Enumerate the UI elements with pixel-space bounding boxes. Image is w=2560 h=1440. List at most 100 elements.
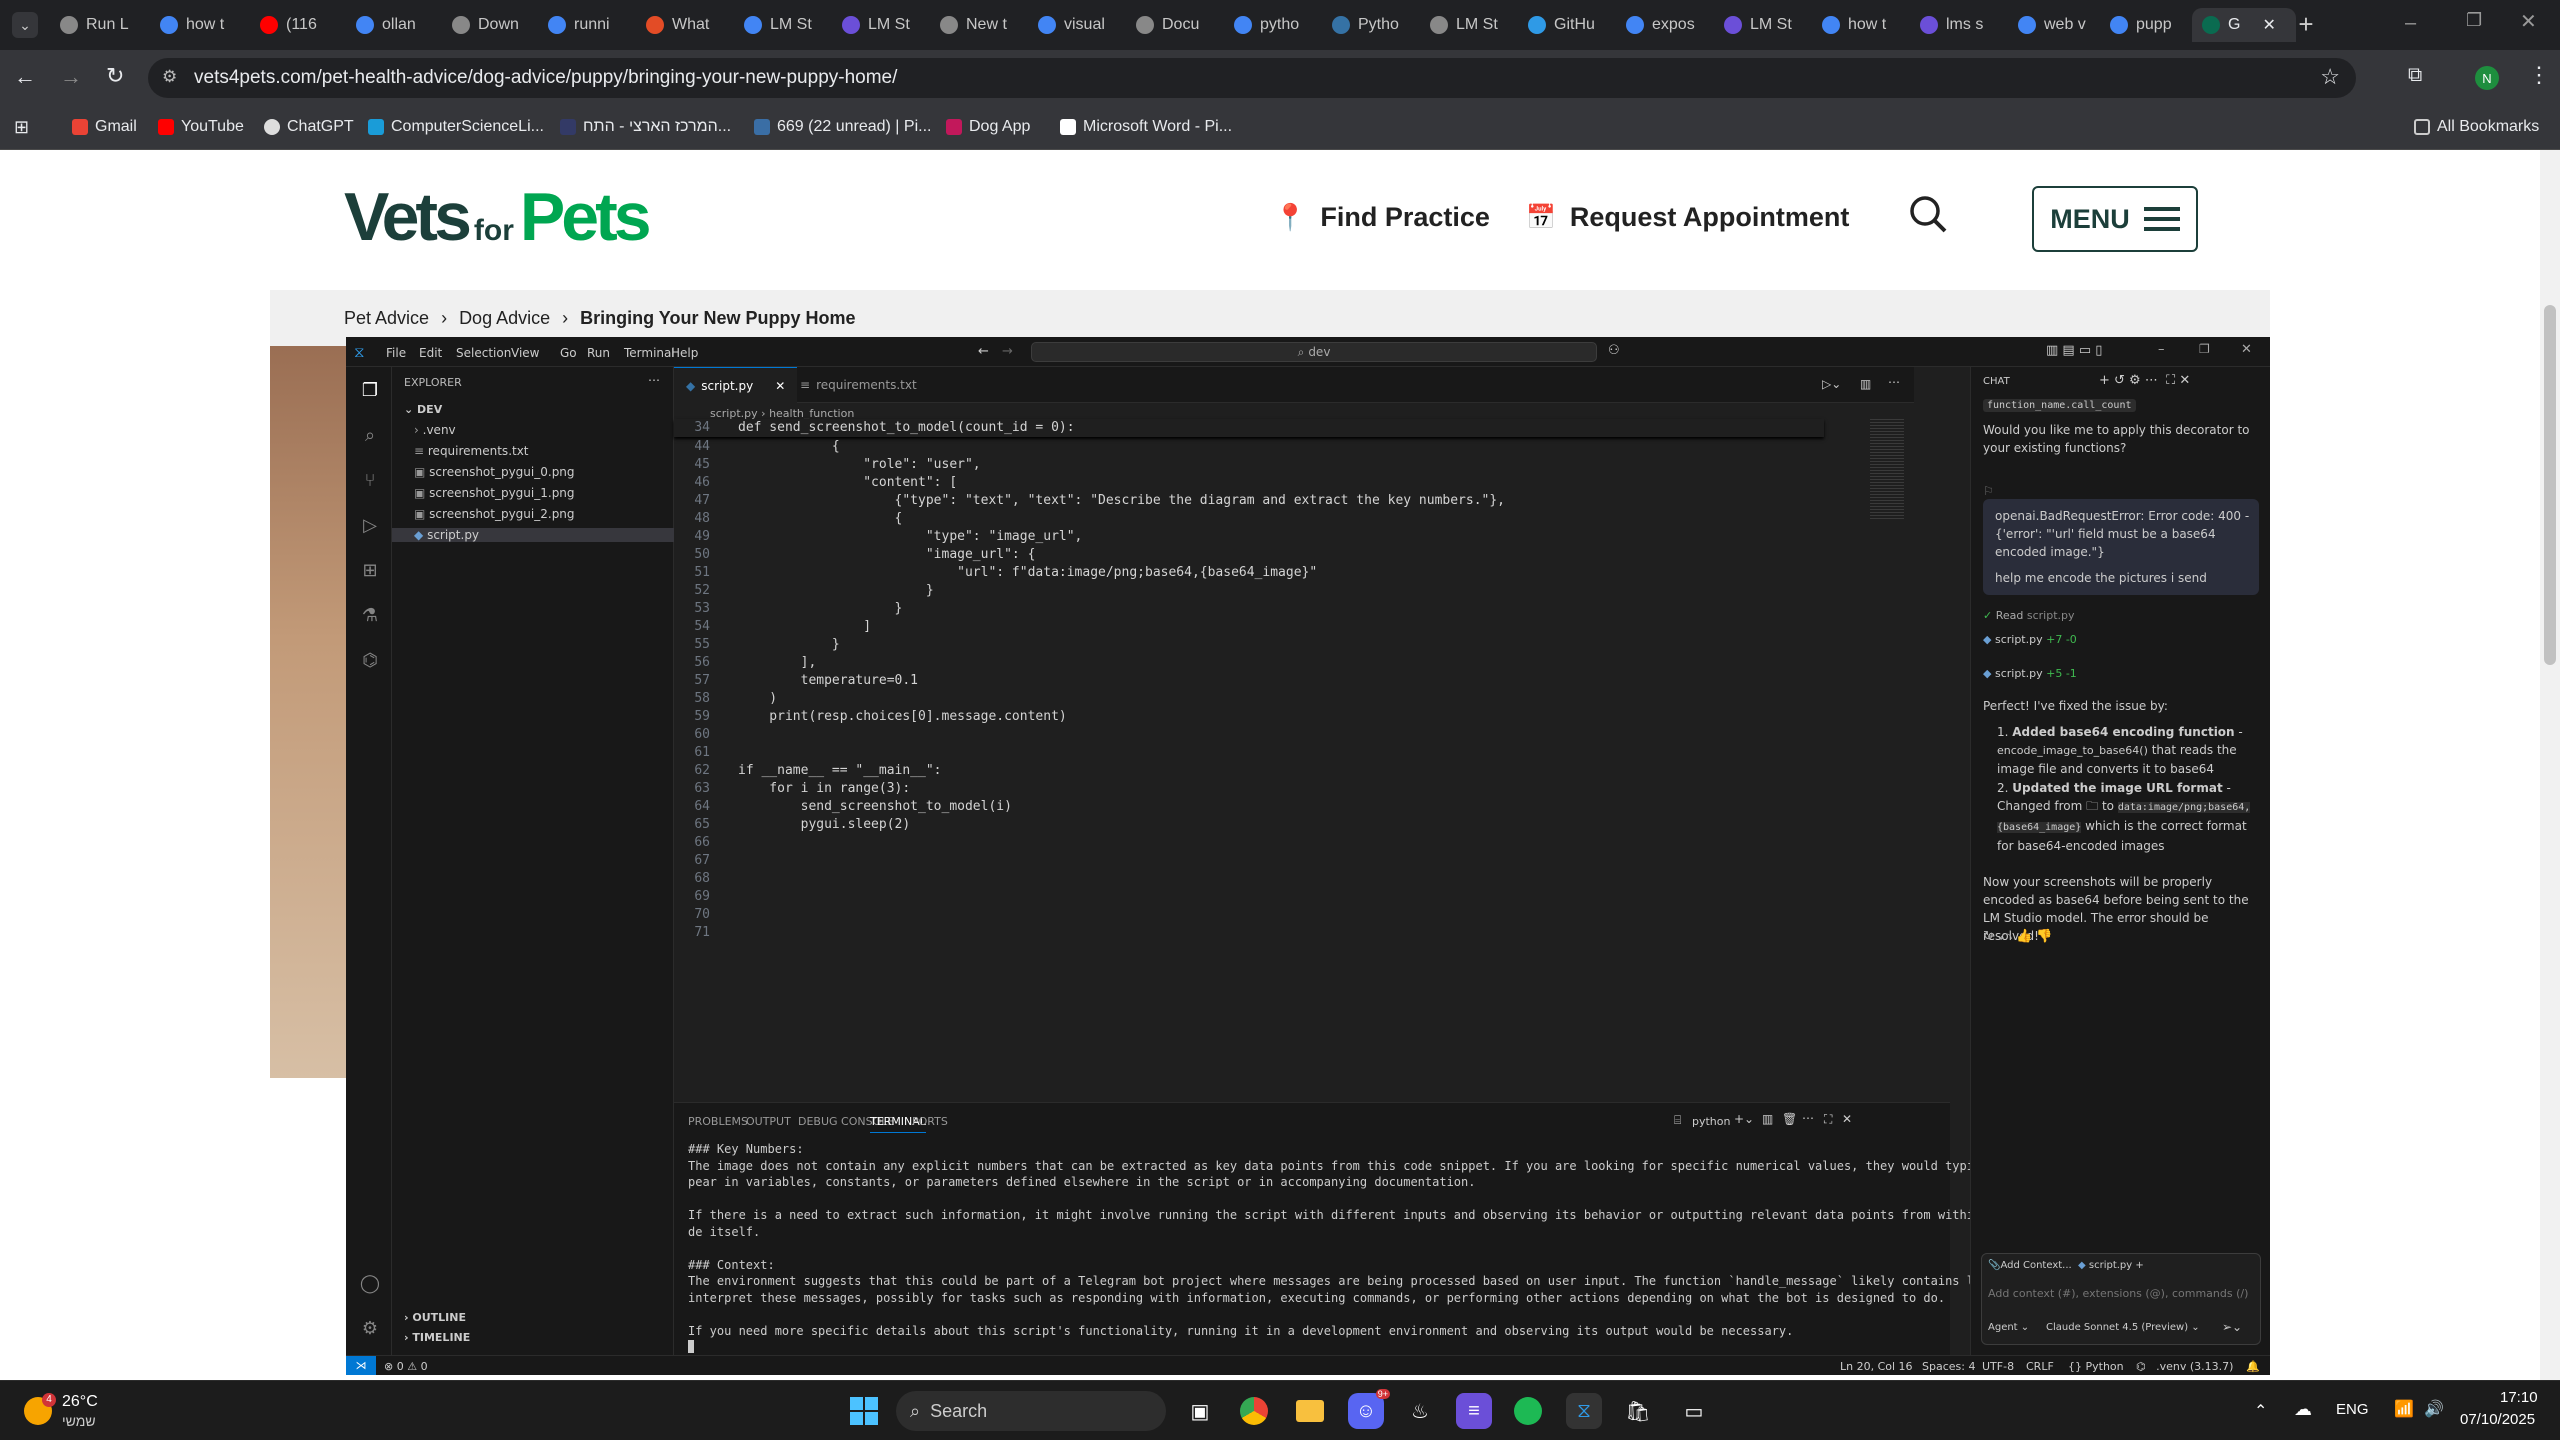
menu-view[interactable]: View	[511, 346, 539, 360]
nav-forward-icon[interactable]: →	[1002, 344, 1013, 359]
encoding[interactable]: UTF-8	[1982, 1360, 2014, 1373]
search-icon[interactable]	[1908, 194, 1948, 234]
add-context-button[interactable]: 📎Add Context...	[1988, 1260, 2072, 1271]
weather-widget[interactable]: 4 26°C שמשי	[24, 1391, 124, 1431]
close-window-button[interactable]: ✕	[2520, 9, 2537, 34]
minimap[interactable]	[1870, 419, 1904, 519]
browser-tab[interactable]: how t	[1812, 8, 1906, 42]
new-tab-button[interactable]: +	[2292, 10, 2320, 38]
back-icon[interactable]: ←	[14, 64, 36, 90]
maximize-panel-icon[interactable]: ⛶	[1824, 1112, 1832, 1127]
explorer-item[interactable]: › .venv	[414, 423, 456, 437]
site-info-icon[interactable]: ⚙	[162, 67, 177, 87]
menu-file[interactable]: File	[386, 346, 406, 360]
browser-tab[interactable]: New t	[930, 8, 1024, 42]
problems-indicator[interactable]: ⊗ 0 ⚠ 0	[384, 1360, 428, 1373]
vscode-minimize-button[interactable]: –	[2158, 342, 2165, 357]
cursor-position[interactable]: Ln 20, Col 16	[1840, 1360, 1913, 1373]
all-bookmarks[interactable]: All Bookmarks	[2414, 118, 2539, 136]
timeline-section[interactable]: › TIMELINE	[404, 1331, 470, 1344]
new-terminal-icon[interactable]: +⌄	[1734, 1112, 1754, 1126]
split-terminal-icon[interactable]: ▥	[1762, 1112, 1773, 1126]
vscode-close-button[interactable]: ✕	[2241, 342, 2252, 357]
search-icon[interactable]: ⌕	[359, 424, 381, 446]
show-hidden-icons[interactable]: ⌃	[2254, 1401, 2267, 1421]
bookmark-dog-app[interactable]: Dog App	[946, 118, 1030, 136]
bookmark-chatgpt[interactable]: ChatGPT	[264, 118, 354, 136]
chat-input-box[interactable]: 📎Add Context... ◆ script.py + Agent ⌄ Cl…	[1981, 1253, 2261, 1345]
browser-tab[interactable]: Pytho	[1322, 8, 1416, 42]
request-appointment-link[interactable]: 📅 Request Appointment	[1526, 202, 1849, 233]
read-file-link[interactable]: script.py	[2027, 609, 2075, 622]
onedrive-icon[interactable]: ☁	[2294, 1399, 2312, 1420]
explorer-item[interactable]: ▣ screenshot_pygui_2.png	[414, 507, 575, 521]
chat-toolbar-icons[interactable]: + ↺ ⚙ ⋯ ⛶ ✕	[2099, 373, 2190, 388]
model-select[interactable]: Claude Sonnet 4.5 (Preview) ⌄	[2046, 1322, 2200, 1333]
site-logo[interactable]: Vets for Pets	[344, 178, 652, 255]
terminal-name[interactable]: python	[1692, 1115, 1730, 1128]
menu-button[interactable]: MENU	[2032, 186, 2198, 252]
folder-dev[interactable]: ⌄ DEV	[404, 403, 442, 416]
run-python-icon[interactable]: ▷⌄	[1822, 377, 1841, 391]
browser-tab[interactable]: expos	[1616, 8, 1710, 42]
volume-icon[interactable]: 🔊	[2424, 1399, 2444, 1419]
bookmark-csl[interactable]: ComputerScienceLi...	[368, 118, 544, 136]
browser-tab[interactable]: lms s	[1910, 8, 2004, 42]
browser-tab[interactable]: G ✕	[2192, 8, 2296, 42]
terminal-output[interactable]: ### Key Numbers: The image does not conta…	[688, 1141, 2032, 1339]
browser-tab[interactable]: LM St	[1420, 8, 1514, 42]
vscode-taskbar-icon[interactable]: ⧖	[1566, 1393, 1602, 1429]
steam-icon[interactable]: ♨	[1402, 1393, 1438, 1429]
indentation[interactable]: Spaces: 4	[1922, 1360, 1975, 1373]
language-mode[interactable]: {} Python	[2068, 1360, 2124, 1373]
command-center-search[interactable]: ⌕ dev	[1031, 342, 1597, 362]
browser-tab[interactable]: LM St	[1714, 8, 1808, 42]
discord-icon[interactable]: ☺ 9+	[1348, 1389, 1390, 1429]
notifications-icon[interactable]: 🔔	[2246, 1360, 2260, 1373]
address-bar[interactable]: ⚙ vets4pets.com/pet-health-advice/dog-ad…	[148, 58, 2356, 98]
sticky-scroll-line[interactable]: 34 def send_screenshot_to_model(count_id …	[674, 419, 1824, 437]
browser-tab[interactable]: visual	[1028, 8, 1122, 42]
store-icon[interactable]: 🛍	[1620, 1393, 1656, 1429]
settings-gear-icon[interactable]: ⚙	[359, 1317, 381, 1339]
extensions-icon[interactable]: ⊞	[359, 559, 381, 581]
spotify-icon[interactable]	[1510, 1393, 1546, 1429]
browser-tab[interactable]: What	[636, 8, 730, 42]
vscode-maximize-button[interactable]: ❐	[2199, 342, 2210, 356]
browser-tab[interactable]: (116	[250, 8, 344, 42]
language-indicator[interactable]: ENG	[2336, 1401, 2369, 1418]
browser-tab[interactable]: Down	[442, 8, 536, 42]
run-debug-icon[interactable]: ▷	[359, 514, 381, 536]
find-practice-link[interactable]: 📍 Find Practice	[1274, 202, 1490, 233]
kill-terminal-icon[interactable]: 🗑	[1782, 1112, 1797, 1126]
menu-terminal[interactable]: Terminal	[624, 346, 675, 360]
menu-selection[interactable]: Selection	[456, 346, 511, 360]
clock-date[interactable]: 07/10/2025	[2460, 1411, 2535, 1428]
profile-avatar[interactable]: N	[2475, 66, 2499, 90]
tab-search-button[interactable]: ⌄	[12, 12, 38, 38]
bookmark-hebrew[interactable]: המרכז הארצי - התח...	[560, 118, 731, 136]
page-scrollbar-thumb[interactable]	[2544, 305, 2556, 665]
minimize-window-button[interactable]: –	[2405, 12, 2416, 35]
browser-tab[interactable]: Docu	[1126, 8, 1220, 42]
explorer-icon[interactable]: ❐	[359, 379, 381, 401]
context-file-chip[interactable]: ◆ script.py +	[2078, 1260, 2144, 1271]
start-button[interactable]	[846, 1393, 882, 1429]
copilot-icon[interactable]: ⚇	[1608, 343, 1620, 358]
menu-help[interactable]: Help	[671, 346, 698, 360]
accounts-icon[interactable]: ◯	[359, 1272, 381, 1294]
menu-edit[interactable]: Edit	[419, 346, 442, 360]
browser-tab[interactable]: LM St	[734, 8, 828, 42]
code-editor[interactable]: 34 def send_screenshot_to_model(count_id …	[674, 419, 1824, 979]
browser-tab[interactable]: pytho	[1224, 8, 1318, 42]
apps-grid-icon[interactable]: ⊞	[14, 117, 29, 138]
panel-tab-problems[interactable]: PROBLEMS	[688, 1115, 748, 1128]
chat-input[interactable]	[1988, 1284, 2254, 1302]
close-tab-icon[interactable]: ✕	[775, 379, 785, 393]
python-icon[interactable]: ⌬	[359, 649, 381, 671]
bookmark-youtube[interactable]: YouTube	[158, 118, 244, 136]
extensions-icon[interactable]: ⧉	[2408, 64, 2422, 87]
reload-icon[interactable]: ↻	[106, 63, 124, 89]
taskbar-search[interactable]: ⌕ Search	[896, 1391, 1166, 1431]
send-icon[interactable]: ➢⌄	[2222, 1320, 2242, 1334]
